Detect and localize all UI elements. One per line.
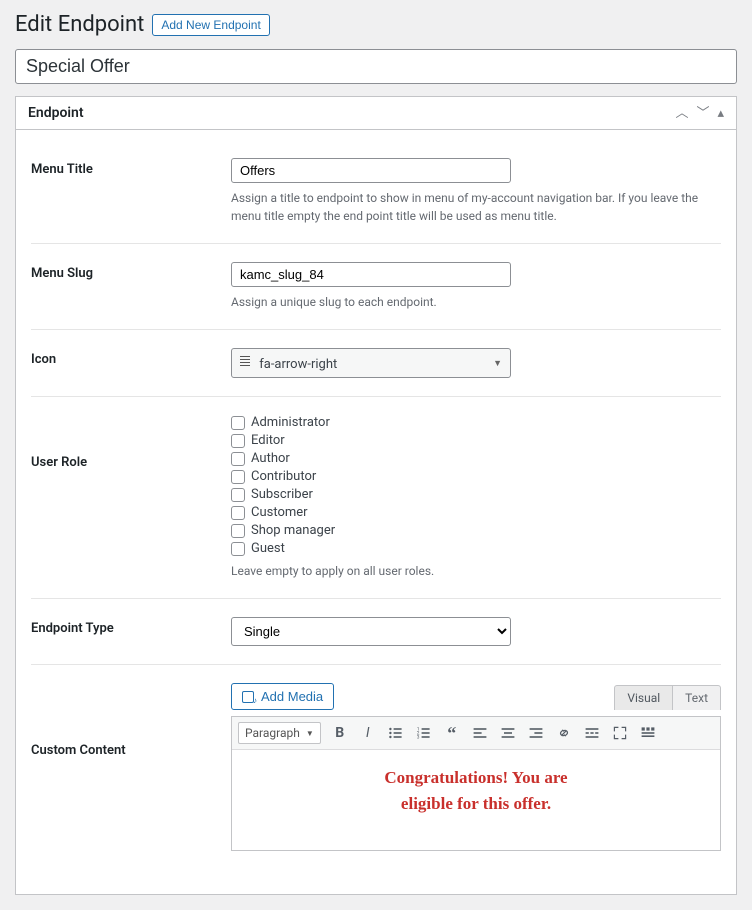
role-administrator-checkbox[interactable] xyxy=(231,416,245,430)
editor-content[interactable]: Congratulations! You are eligible for th… xyxy=(232,750,720,850)
role-contributor-label: Contributor xyxy=(251,469,316,484)
user-role-desc: Leave empty to apply on all user roles. xyxy=(231,562,721,580)
custom-content-label: Custom Content xyxy=(31,683,231,851)
role-subscriber-checkbox[interactable] xyxy=(231,488,245,502)
tab-visual[interactable]: Visual xyxy=(614,685,673,710)
page-title: Edit Endpoint xyxy=(15,12,144,37)
menu-slug-desc: Assign a unique slug to each endpoint. xyxy=(231,293,721,311)
bullet-list-icon[interactable] xyxy=(383,721,409,745)
tab-text[interactable]: Text xyxy=(672,685,721,710)
chevron-down-icon: ▼ xyxy=(493,358,502,369)
role-editor-label: Editor xyxy=(251,433,285,448)
role-subscriber-label: Subscriber xyxy=(251,487,313,502)
role-author-label: Author xyxy=(251,451,290,466)
add-new-endpoint-button[interactable]: Add New Endpoint xyxy=(152,14,269,36)
role-shop-manager-checkbox[interactable] xyxy=(231,524,245,538)
menu-slug-input[interactable] xyxy=(231,262,511,287)
role-customer-label: Customer xyxy=(251,505,308,520)
link-icon[interactable] xyxy=(551,721,577,745)
italic-icon[interactable]: I xyxy=(355,721,381,745)
bold-icon[interactable]: B xyxy=(327,721,353,745)
role-shop-manager-label: Shop manager xyxy=(251,523,335,538)
icon-label: Icon xyxy=(31,348,231,378)
move-down-icon[interactable]: ﹀ xyxy=(696,107,709,120)
menu-slug-label: Menu Slug xyxy=(31,262,231,311)
role-customer-checkbox[interactable] xyxy=(231,506,245,520)
role-administrator-label: Administrator xyxy=(251,415,330,430)
endpoint-type-label: Endpoint Type xyxy=(31,617,231,646)
menu-title-label: Menu Title xyxy=(31,158,231,225)
format-select[interactable]: Paragraph ▼ xyxy=(238,722,321,744)
icon-select[interactable]: fa-arrow-right ▼ xyxy=(231,348,511,378)
numbered-list-icon[interactable]: 123 xyxy=(411,721,437,745)
editor-toolbar: Paragraph ▼ B I 123 “ xyxy=(232,717,720,750)
menu-title-desc: Assign a title to endpoint to show in me… xyxy=(231,189,721,225)
endpoint-metabox: Endpoint ︿ ﹀ ▴ Menu Title Assign a title… xyxy=(15,96,737,895)
role-editor-checkbox[interactable] xyxy=(231,434,245,448)
fullscreen-icon[interactable] xyxy=(607,721,633,745)
blockquote-icon[interactable]: “ xyxy=(439,721,465,745)
align-center-icon[interactable] xyxy=(495,721,521,745)
icon-selected-value: fa-arrow-right xyxy=(259,357,337,372)
toolbar-toggle-icon[interactable] xyxy=(635,721,661,745)
endpoint-type-select[interactable]: Single xyxy=(231,617,511,646)
icon-bars-icon xyxy=(240,354,250,368)
read-more-icon[interactable] xyxy=(579,721,605,745)
media-icon xyxy=(242,691,256,703)
move-up-icon[interactable]: ︿ xyxy=(675,107,688,120)
align-left-icon[interactable] xyxy=(467,721,493,745)
role-author-checkbox[interactable] xyxy=(231,452,245,466)
menu-title-input[interactable] xyxy=(231,158,511,183)
role-contributor-checkbox[interactable] xyxy=(231,470,245,484)
role-guest-checkbox[interactable] xyxy=(231,542,245,556)
chevron-down-icon: ▼ xyxy=(306,729,314,738)
metabox-title: Endpoint xyxy=(28,105,84,121)
role-guest-label: Guest xyxy=(251,541,285,556)
align-right-icon[interactable] xyxy=(523,721,549,745)
add-media-button[interactable]: Add Media xyxy=(231,683,334,710)
post-title-input[interactable] xyxy=(15,49,737,84)
user-role-label: User Role xyxy=(31,415,231,580)
toggle-panel-icon[interactable]: ▴ xyxy=(717,107,724,120)
